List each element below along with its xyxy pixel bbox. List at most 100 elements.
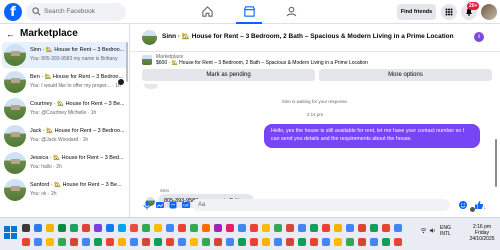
photo-icon[interactable] [155,200,165,210]
gif-icon[interactable]: GIF [181,200,191,210]
app-icon[interactable] [118,238,126,246]
wifi-icon[interactable] [420,227,427,234]
sidebar-scrollbar[interactable] [126,42,128,82]
app-icon[interactable] [394,224,402,232]
emoji-icon[interactable] [458,200,468,210]
app-icon[interactable] [346,238,354,246]
app-icon[interactable] [322,238,330,246]
more-options-button[interactable]: More options [319,69,492,81]
clock[interactable]: 2:16 pm Friday 24/10/2025 [466,224,498,242]
message-input[interactable]: Aa [192,199,450,211]
app-icon[interactable] [274,238,282,246]
app-icon[interactable] [70,238,78,246]
chat-title[interactable]: Sinn · 🏡 House for Rent – 3 Bedroom, 2 B… [162,32,462,42]
app-icon[interactable] [178,238,186,246]
store-app-icon[interactable] [58,224,66,232]
mark-as-pending-button[interactable]: Mark as pending [142,69,315,81]
app-icon[interactable] [382,238,390,246]
volume-icon[interactable] [429,227,436,234]
thumbs-up-icon[interactable] [474,200,484,210]
sticker-icon[interactable] [168,200,178,210]
app-icon[interactable] [94,238,102,246]
conversation-item-jessica[interactable]: Jessica · 🏡 House for Rent – 3 Bed... Yo… [2,150,128,176]
app-icon[interactable] [226,224,234,232]
chrome-icon[interactable] [82,224,90,232]
app-icon[interactable] [82,238,90,246]
listing-price-title[interactable]: $600 · 🏡 House for Rent – 3 Bedroom, 2 B… [156,60,486,67]
info-icon[interactable]: i [474,32,484,42]
chat-scrollbar[interactable] [495,139,497,187]
app-icon[interactable] [346,224,354,232]
app-icon[interactable] [166,224,174,232]
conversation-item-courtney[interactable]: Courtney · 🏡 House for Rent – 3 Be... Yo… [2,96,128,122]
app-icon[interactable] [142,224,150,232]
menu-grid-button[interactable] [441,4,457,20]
app-icon[interactable] [262,238,270,246]
app-icon[interactable] [178,224,186,232]
app-icon[interactable] [298,238,306,246]
app-icon[interactable] [58,238,66,246]
browser-icon[interactable] [106,224,114,232]
conversation-item-jack[interactable]: Jack · 🏡 House for Rent – 3 Bedroo... Yo… [2,123,128,149]
app-icon[interactable] [226,238,234,246]
listing-thumbnail[interactable] [142,55,152,65]
search-app-icon[interactable] [22,224,30,232]
back-arrow-icon[interactable]: ← [6,27,15,41]
facebook-logo[interactable]: f [4,3,22,21]
edge-icon[interactable] [118,224,126,232]
app-icon[interactable] [106,238,114,246]
app-icon[interactable] [214,238,222,246]
app-icon[interactable] [310,238,318,246]
profile-avatar[interactable] [481,4,497,20]
app-icon[interactable] [130,238,138,246]
app-icon[interactable] [190,238,198,246]
app-icon[interactable] [214,224,222,232]
app-icon[interactable] [358,238,366,246]
app-icon[interactable] [370,224,378,232]
app-icon[interactable] [250,238,258,246]
app-icon[interactable] [334,224,342,232]
app-icon[interactable] [286,224,294,232]
app-icon[interactable] [190,224,198,232]
home-icon[interactable] [201,5,214,18]
marketplace-icon[interactable] [243,5,256,18]
app-icon[interactable] [94,224,102,232]
app-icon[interactable] [22,238,30,246]
app-icon[interactable] [238,224,246,232]
language-indicator[interactable]: ENG INTL [440,225,451,237]
app-icon[interactable] [154,238,162,246]
conversation-item-sinn[interactable]: Sinn · 🏡 House for Rent – 3 Bedroo... Yo… [2,42,128,68]
app-icon[interactable] [310,224,318,232]
app-icon[interactable] [34,238,42,246]
find-friends-button[interactable]: Find friends [397,4,436,20]
app-icon[interactable] [370,238,378,246]
conversation-item-ben[interactable]: Ben · 🏡 House for Rent – 3 Bedroo... You… [2,69,128,95]
app-icon[interactable] [202,224,210,232]
app-icon[interactable] [358,224,366,232]
windows-start-icon[interactable] [4,226,18,240]
app-icon[interactable] [166,238,174,246]
app-icon[interactable] [394,238,402,246]
app-icon[interactable] [262,224,270,232]
file-explorer-icon[interactable] [46,224,54,232]
app-icon[interactable] [382,224,390,232]
app-icon[interactable] [274,224,282,232]
conversation-item-sanford[interactable]: Sanford · 🏡 House for Rent – 3 Be... You… [2,177,128,203]
groups-icon[interactable] [285,5,298,18]
search-facebook-input[interactable]: Search Facebook [26,3,126,21]
app-icon[interactable] [202,238,210,246]
chat-listing-thumbnail[interactable] [142,30,157,45]
app-icon[interactable] [154,224,162,232]
task-view-icon[interactable] [34,224,42,232]
app-icon[interactable] [322,224,330,232]
app-icon[interactable] [298,224,306,232]
microphone-icon[interactable] [142,200,152,210]
app-icon[interactable] [250,224,258,232]
app-icon[interactable] [130,224,138,232]
app-icon[interactable] [46,238,54,246]
app-icon[interactable] [286,238,294,246]
outgoing-message-bubble[interactable]: Hello, yes the house is still available … [264,124,480,148]
app-icon[interactable] [238,238,246,246]
whatsapp-icon[interactable] [70,224,78,232]
app-icon[interactable] [334,238,342,246]
